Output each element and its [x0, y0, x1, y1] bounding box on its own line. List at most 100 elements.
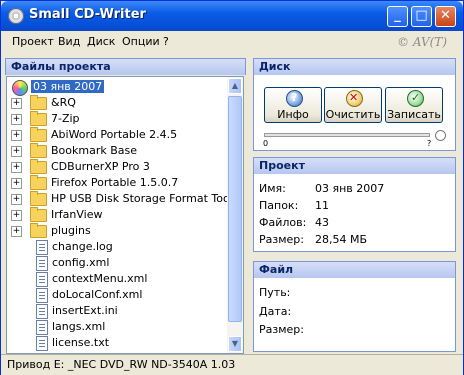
write-icon	[407, 90, 424, 107]
tree-file-label: contextMenu.xml	[52, 272, 148, 285]
disk-capacity-knob[interactable]	[435, 130, 446, 141]
tree-folder-label: Firefox Portable 1.5.0.7	[51, 176, 179, 189]
folder-icon	[30, 111, 47, 126]
tree-folder-label: IrfanView	[51, 208, 103, 221]
expand-icon[interactable]: +	[11, 194, 22, 205]
capacity-max-label: ?	[427, 139, 432, 148]
disk-capacity-track	[264, 133, 430, 137]
maximize-button[interactable]: □	[411, 6, 432, 27]
tree-file[interactable]: langs.xml	[7, 319, 229, 335]
expand-icon[interactable]: +	[11, 114, 22, 125]
info-button[interactable]: Инфо	[264, 87, 322, 123]
folder-icon	[30, 95, 47, 110]
file-icon	[36, 320, 48, 335]
menu-options[interactable]: Опции	[122, 35, 160, 48]
tree-file[interactable]: insertExt.ini	[7, 303, 229, 319]
file-icon	[36, 272, 48, 287]
menu-bar: Проект Вид Диск Опции ? © AV(T)	[1, 31, 463, 53]
project-files-value: 43	[315, 216, 329, 229]
tree-folder-label: 7-Zip	[51, 112, 80, 125]
tree-file[interactable]: license.txt	[7, 335, 229, 351]
tree-folder[interactable]: +7-Zip	[7, 111, 229, 127]
project-size-value: 28,54 МБ	[315, 233, 368, 246]
drive-status-text: Привод E: _NEC DVD_RW ND-3540A 1.03	[7, 358, 236, 371]
folder-icon	[30, 143, 47, 158]
folder-icon	[30, 223, 47, 238]
project-files-label: Файлов:	[259, 216, 307, 229]
chevron-down-icon: ▼	[231, 339, 239, 348]
tree-file[interactable]: config.xml	[7, 255, 229, 271]
menu-help[interactable]: ?	[163, 35, 169, 48]
close-button[interactable]: ✕	[435, 6, 456, 27]
tree-folder[interactable]: + &RQ	[7, 95, 229, 111]
scroll-thumb[interactable]	[228, 96, 242, 322]
tree-scrollbar[interactable]: ▲ ▼	[227, 77, 243, 353]
expand-icon[interactable]: +	[11, 130, 22, 141]
clear-button[interactable]: Очистить	[324, 87, 382, 123]
file-header: Файл	[254, 262, 455, 278]
menu-view[interactable]: Вид	[58, 35, 80, 48]
tree-file-label: change.log	[52, 240, 113, 253]
tree-folder[interactable]: + AbiWord Portable 2.4.5	[7, 127, 229, 143]
scroll-down-button[interactable]: ▼	[228, 336, 242, 352]
cd-icon	[8, 8, 24, 24]
expand-icon[interactable]: +	[11, 178, 22, 189]
app-window: Small CD-Writer _ □ ✕ Проект Вид Диск Оп…	[0, 0, 464, 375]
clear-icon	[346, 90, 363, 107]
file-icon	[36, 304, 48, 319]
tree-file-label: doLocalConf.xml	[52, 288, 143, 301]
project-name-value: 03 янв 2007	[315, 182, 385, 195]
write-button-label: Записать	[387, 108, 441, 121]
tree-folder-label: AbiWord Portable 2.4.5	[51, 128, 178, 141]
file-path-label: Путь:	[259, 286, 291, 299]
clear-button-label: Очистить	[325, 108, 381, 121]
tree-folder-label: HP USB Disk Storage Format Tool	[51, 192, 233, 205]
menu-project[interactable]: Проект	[12, 35, 54, 48]
minimize-icon: _	[394, 8, 401, 23]
expand-icon[interactable]: +	[11, 98, 22, 109]
tree-folder[interactable]: + IrfanView	[7, 207, 229, 223]
minimize-button[interactable]: _	[387, 6, 408, 27]
folder-icon	[30, 175, 47, 190]
file-icon	[36, 256, 48, 271]
tree-folder[interactable]: + Firefox Portable 1.5.0.7	[7, 175, 229, 191]
status-bar: Привод E: _NEC DVD_RW ND-3540A 1.03	[1, 354, 463, 375]
close-icon: ✕	[440, 8, 451, 23]
tree-folder[interactable]: + CDBurnerXP Pro 3	[7, 159, 229, 175]
tree-folder[interactable]: + Bookmark Base	[7, 143, 229, 159]
tree-folder[interactable]: + HP USB Disk Storage Format Tool	[7, 191, 233, 207]
title-bar[interactable]: Small CD-Writer _ □ ✕	[1, 1, 463, 31]
window-title: Small CD-Writer	[29, 7, 146, 22]
tree-file[interactable]: contextMenu.xml	[7, 271, 229, 287]
project-folders-label: Папок:	[259, 199, 299, 212]
tree-folder[interactable]: + plugins	[7, 223, 229, 239]
expand-icon[interactable]: +	[11, 210, 22, 221]
tree-file[interactable]: doLocalConf.xml	[7, 287, 229, 303]
tree-root-label: 03 янв 2007	[31, 80, 105, 93]
scroll-up-button[interactable]: ▲	[228, 78, 242, 94]
write-button[interactable]: Записать	[385, 87, 443, 123]
project-tree[interactable]: 03 янв 2007 + &RQ +7-Zip + AbiWord Portabl…	[6, 76, 244, 354]
file-icon	[36, 336, 48, 351]
file-size-label: Размер:	[259, 323, 304, 336]
tree-folder-label: Bookmark Base	[51, 144, 138, 157]
chevron-up-icon: ▲	[231, 81, 239, 90]
folder-icon	[30, 191, 47, 206]
expand-icon[interactable]: +	[11, 146, 22, 157]
file-date-label: Дата:	[259, 305, 292, 318]
maximize-icon: □	[415, 8, 428, 23]
project-files-header: Файлы проекта	[5, 58, 246, 75]
expand-icon[interactable]: +	[11, 226, 22, 237]
menu-disk[interactable]: Диск	[87, 35, 115, 48]
project-name-label: Имя:	[259, 182, 286, 195]
author-credit: © AV(T)	[397, 35, 447, 49]
project-folders-value: 11	[315, 199, 329, 212]
info-button-label: Инфо	[277, 108, 309, 121]
file-icon	[36, 288, 48, 303]
info-icon	[286, 90, 303, 107]
tree-root[interactable]: 03 янв 2007	[7, 79, 229, 96]
tree-folder-label: &RQ	[51, 96, 76, 109]
expand-icon[interactable]: +	[11, 162, 22, 173]
cd-icon	[12, 80, 28, 96]
tree-file[interactable]: change.log	[7, 239, 229, 255]
